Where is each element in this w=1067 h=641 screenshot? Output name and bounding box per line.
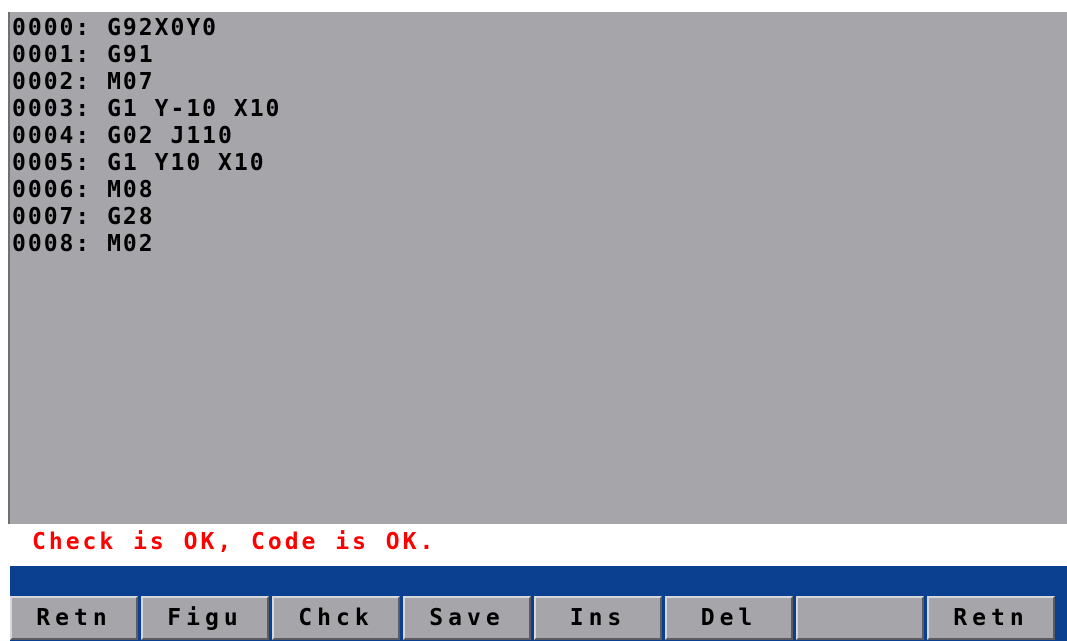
softkey-bar: Retn Figu Chck Save Ins Del Retn [10,592,1067,641]
program-line-list: 0000: G92X0Y0 0001: G91 0002: M07 0003: … [12,15,281,258]
softkey-figu-button[interactable]: Figu [141,596,269,640]
program-line[interactable]: 0001: G91 [12,42,281,69]
program-line[interactable]: 0007: G28 [12,204,281,231]
program-line[interactable]: 0006: M08 [12,177,281,204]
program-line[interactable]: 0008: M02 [12,231,281,258]
softkey-del-button[interactable]: Del [665,596,793,640]
program-code-panel[interactable]: 0000: G92X0Y0 0001: G91 0002: M07 0003: … [10,12,1067,524]
softkey-retn-button-right[interactable]: Retn [927,596,1055,640]
softkey-chck-button[interactable]: Chck [272,596,400,640]
cnc-editor-screen: 0000: G92X0Y0 0001: G91 0002: M07 0003: … [0,0,1067,641]
status-message: Check is OK, Code is OK. [32,529,437,555]
softkey-blank-button[interactable] [796,596,924,640]
program-line[interactable]: 0003: G1 Y-10 X10 [12,96,281,123]
program-line[interactable]: 0000: G92X0Y0 [12,15,281,42]
softkey-ins-button[interactable]: Ins [534,596,662,640]
status-bar: Check is OK, Code is OK. [10,525,1067,557]
softkey-save-button[interactable]: Save [403,596,531,640]
program-line[interactable]: 0002: M07 [12,69,281,96]
softkey-retn-button[interactable]: Retn [10,596,138,640]
program-line[interactable]: 0005: G1 Y10 X10 [12,150,281,177]
program-line[interactable]: 0004: G02 J110 [12,123,281,150]
blue-separator [10,566,1067,592]
